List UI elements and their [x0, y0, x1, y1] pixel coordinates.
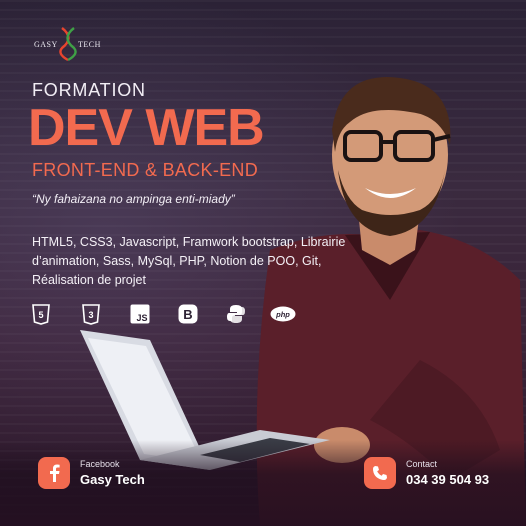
facebook-contact[interactable]: Facebook Gasy Tech: [38, 457, 145, 489]
phone-icon: [364, 457, 396, 489]
php-icon-text: php: [275, 310, 290, 319]
phone-number[interactable]: 034 39 504 93: [406, 472, 489, 487]
front-back-subtitle: FRONT-END & BACK-END: [32, 160, 259, 180]
motto-quote: “Ny fahaizana no ampinga enti-miady”: [32, 192, 235, 206]
bootstrap-icon: B: [178, 303, 198, 325]
css3-icon: 3: [82, 303, 100, 325]
formation-label: FORMATION: [32, 80, 146, 100]
dev-web-title: DEV WEB: [28, 99, 265, 157]
facebook-icon: [38, 457, 70, 489]
python-icon: [226, 303, 246, 325]
poster: GASY TECH FORMATION DEV WEB FRONT-END & …: [0, 0, 526, 526]
javascript-icon-text: JS: [136, 313, 147, 323]
javascript-icon: JS: [130, 303, 150, 325]
css3-icon-text: 3: [88, 310, 93, 320]
tech-icons-row: 5 3 JS B php: [32, 303, 302, 325]
phone-contact[interactable]: Contact 034 39 504 93: [364, 457, 489, 489]
logo-left-text: GASY: [34, 40, 58, 49]
facebook-page-name[interactable]: Gasy Tech: [80, 472, 145, 487]
contact-label: Contact: [406, 459, 438, 469]
gasy-tech-logo: GASY TECH: [34, 26, 104, 62]
dna-helix-icon: [59, 27, 77, 62]
facebook-label: Facebook: [80, 459, 120, 469]
html5-icon: 5: [32, 303, 50, 325]
php-icon: php: [270, 303, 296, 325]
html5-icon-text: 5: [38, 310, 43, 320]
logo-right-text: TECH: [78, 40, 101, 49]
bootstrap-icon-text: B: [183, 307, 192, 322]
technologies-list: HTML5, CSS3, Javascript, Framwork bootst…: [32, 235, 346, 287]
